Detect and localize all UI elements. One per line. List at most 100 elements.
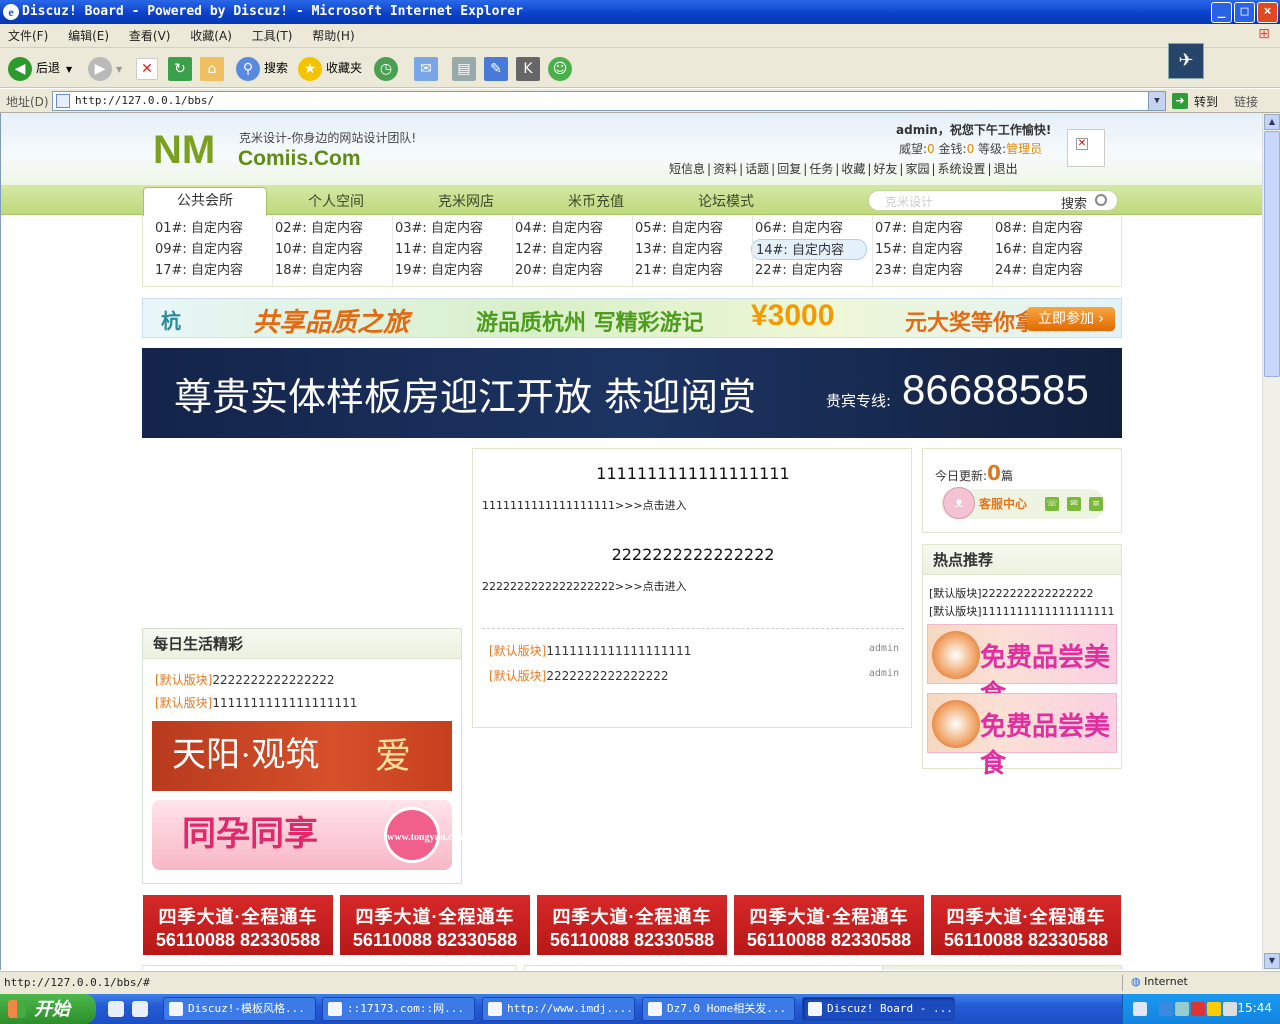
- maximize-button[interactable]: □: [1234, 2, 1255, 23]
- qq-icon[interactable]: [1207, 1002, 1221, 1016]
- custom-link-24[interactable]: 24#: 自定内容: [995, 260, 1115, 281]
- avatar[interactable]: ✕: [1067, 129, 1105, 167]
- post1-title[interactable]: 1111111111111111111: [473, 464, 913, 483]
- start-button[interactable]: 开始: [0, 994, 96, 1024]
- custom-link-05[interactable]: 05#: 自定内容: [635, 218, 755, 239]
- task-button[interactable]: Discuz!-模板风格...: [163, 997, 316, 1021]
- custom-link-02[interactable]: 02#: 自定内容: [275, 218, 395, 239]
- nav-logout[interactable]: 退出: [992, 162, 1020, 176]
- magnifier-icon[interactable]: [1095, 194, 1107, 206]
- post2-title[interactable]: 2222222222222222: [473, 545, 913, 564]
- nav-favorites[interactable]: 收藏: [839, 162, 867, 176]
- tongyun-ad[interactable]: 同孕同享 www.tongyun.com: [152, 800, 466, 870]
- list-item[interactable]: [默认版块]1111111111111111111: [155, 694, 357, 711]
- stop-button[interactable]: ✕: [136, 54, 162, 82]
- thread-link[interactable]: 1111111111111111111: [546, 644, 691, 658]
- custom-link-04[interactable]: 04#: 自定内容: [515, 218, 635, 239]
- tab-personal-space[interactable]: 个人空间: [308, 191, 364, 211]
- task-button[interactable]: ::17173.com::网...: [322, 997, 475, 1021]
- menu-help[interactable]: 帮助(H): [304, 24, 362, 48]
- nav-profile[interactable]: 资料: [711, 162, 739, 176]
- level-value[interactable]: 管理员: [1006, 142, 1042, 156]
- notes-icon[interactable]: ≡: [1089, 497, 1103, 511]
- address-dropdown-icon[interactable]: ▼: [1148, 92, 1165, 110]
- tab-forum-mode[interactable]: 论坛模式: [698, 191, 754, 211]
- realestate-banner-ad[interactable]: 尊贵实体样板房迎江开放 恭迎阅赏 贵宾专线: 86688585: [142, 348, 1122, 438]
- thread-link[interactable]: 2222222222222222: [546, 669, 668, 683]
- custom-link-10[interactable]: 10#: 自定内容: [275, 239, 395, 260]
- hot-item[interactable]: [默认版块]1111111111111111111: [929, 603, 1115, 619]
- custom-link-20[interactable]: 20#: 自定内容: [515, 260, 635, 281]
- custom-link-06[interactable]: 06#: 自定内容: [755, 218, 875, 239]
- go-arrow-icon[interactable]: ➜: [1172, 93, 1188, 109]
- tab-public-club[interactable]: 公共会所: [143, 187, 267, 216]
- minimize-button[interactable]: _: [1211, 2, 1232, 23]
- custom-link-14[interactable]: 14#: 自定内容: [751, 239, 867, 260]
- join-now-button[interactable]: 立即参加 ›: [1027, 307, 1115, 331]
- mail-icon[interactable]: ✉: [1067, 497, 1081, 511]
- custom-link-17[interactable]: 17#: 自定内容: [155, 260, 275, 281]
- antivirus-icon[interactable]: [1191, 1002, 1205, 1016]
- food-ad[interactable]: 免费品尝美食: [927, 624, 1117, 709]
- post1-summary[interactable]: 1111111111111111111>>>点击进入: [482, 497, 687, 513]
- category-link[interactable]: [默认版块]: [155, 673, 212, 687]
- author-link[interactable]: admin: [869, 668, 899, 679]
- custom-link-15[interactable]: 15#: 自定内容: [875, 239, 995, 260]
- arrow-icon[interactable]: [1159, 1002, 1173, 1016]
- links-button[interactable]: 链接: [1234, 93, 1258, 110]
- menu-favorites[interactable]: 收藏(A): [182, 24, 240, 48]
- custom-link-22[interactable]: 22#: 自定内容: [755, 260, 875, 281]
- discuss-button[interactable]: K: [516, 54, 544, 82]
- custom-link-18[interactable]: 18#: 自定内容: [275, 260, 395, 281]
- table-row[interactable]: [默认版块]1111111111111111111 admin: [489, 642, 899, 659]
- site-name[interactable]: Comiis.Com: [238, 147, 361, 171]
- red-ad[interactable]: 四季大道·全程通车 56110088 82330588: [143, 895, 333, 955]
- forward-dropdown-icon[interactable]: ▼: [116, 65, 122, 74]
- edit-button[interactable]: ✎: [484, 54, 512, 82]
- list-item[interactable]: [默认版块]2222222222222222: [155, 671, 335, 688]
- thread-link[interactable]: 1111111111111111111: [212, 696, 357, 710]
- close-button[interactable]: ×: [1257, 2, 1278, 23]
- menu-file[interactable]: 文件(F): [0, 24, 56, 48]
- nav-settings[interactable]: 系统设置: [936, 162, 988, 176]
- custom-link-13[interactable]: 13#: 自定内容: [635, 239, 755, 260]
- category-link[interactable]: [默认版块]: [489, 644, 546, 658]
- task-button[interactable]: Dz7.0 Home相关发...: [642, 997, 795, 1021]
- volume-icon[interactable]: [1223, 1002, 1237, 1016]
- custom-link-12[interactable]: 12#: 自定内容: [515, 239, 635, 260]
- task-button[interactable]: http://www.imdj....: [482, 997, 635, 1021]
- quicklaunch-ie-icon[interactable]: [108, 1001, 124, 1017]
- red-ad[interactable]: 四季大道·全程通车 56110088 82330588: [734, 895, 924, 955]
- scroll-up-icon[interactable]: ▲: [1264, 114, 1280, 130]
- refresh-button[interactable]: ↻: [168, 54, 196, 82]
- nav-home[interactable]: 家园: [903, 162, 931, 176]
- site-search-button[interactable]: 搜索: [1061, 193, 1087, 212]
- custom-link-09[interactable]: 09#: 自定内容: [155, 239, 275, 260]
- menu-view[interactable]: 查看(V): [121, 24, 179, 48]
- go-button[interactable]: 转到: [1194, 93, 1218, 110]
- red-ad[interactable]: 四季大道·全程通车 56110088 82330588: [340, 895, 530, 955]
- nav-messages[interactable]: 短信息: [667, 162, 707, 176]
- nav-topics[interactable]: 话题: [743, 162, 771, 176]
- post2-summary[interactable]: 2222222222222222222>>>点击进入: [482, 578, 687, 594]
- favorites-button[interactable]: ★ 收藏夹: [298, 54, 362, 82]
- custom-link-23[interactable]: 23#: 自定内容: [875, 260, 995, 281]
- messenger-button[interactable]: ☺: [548, 54, 576, 82]
- nav-tasks[interactable]: 任务: [807, 162, 835, 176]
- print-button[interactable]: ▤: [452, 54, 480, 82]
- customer-service-bar[interactable]: ᴥ 客服中心 ☏ ✉ ≡: [941, 487, 1105, 519]
- back-button[interactable]: ◀ 后退 ▼: [8, 54, 72, 82]
- custom-link-07[interactable]: 07#: 自定内容: [875, 218, 995, 239]
- scroll-down-icon[interactable]: ▼: [1264, 953, 1280, 969]
- custom-link-03[interactable]: 03#: 自定内容: [395, 218, 515, 239]
- window-title-bar[interactable]: e Discuz! Board - Powered by Discuz! - M…: [0, 0, 1280, 24]
- red-ad[interactable]: 四季大道·全程通车 56110088 82330588: [931, 895, 1121, 955]
- back-dropdown-icon[interactable]: ▼: [66, 65, 72, 74]
- custom-link-01[interactable]: 01#: 自定内容: [155, 218, 275, 239]
- category-link[interactable]: [默认版块]: [155, 696, 212, 710]
- custom-link-16[interactable]: 16#: 自定内容: [995, 239, 1115, 260]
- author-link[interactable]: admin: [869, 643, 899, 654]
- tab-recharge[interactable]: 米币充值: [568, 191, 624, 211]
- phone-icon[interactable]: ☏: [1045, 497, 1059, 511]
- network-icon[interactable]: [1175, 1002, 1189, 1016]
